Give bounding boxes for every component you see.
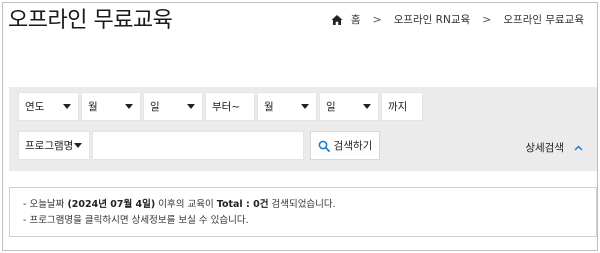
- chevron-up-icon: [574, 144, 583, 151]
- program-name-select[interactable]: 프로그램명: [18, 131, 90, 160]
- page-frame: 오프라인 무료교육 홈 > 오프라인 RN교육 > 오프라인 무료교육 연도 월…: [2, 2, 598, 251]
- notice-date: (2024년 07월 4일): [67, 199, 156, 210]
- notice-line-2: - 프로그램명을 클릭하시면 상세정보를 보실 수 있습니다.: [23, 215, 249, 226]
- breadcrumb-offline-free[interactable]: 오프라인 무료교육: [503, 12, 584, 27]
- to-label: 까지: [381, 92, 423, 121]
- breadcrumb-separator: >: [372, 13, 382, 26]
- day-from-select[interactable]: 일: [143, 92, 203, 121]
- year-select-label: 연도: [25, 101, 45, 113]
- from-label-text: 부터~: [212, 101, 241, 113]
- page-title: 오프라인 무료교육: [8, 8, 173, 33]
- search-icon: [318, 140, 330, 152]
- search-button[interactable]: 검색하기: [310, 131, 380, 160]
- search-input[interactable]: [92, 131, 304, 160]
- caret-down-icon: [74, 143, 82, 148]
- from-label: 부터~: [205, 92, 255, 121]
- caret-down-icon: [63, 104, 71, 109]
- year-select[interactable]: 연도: [18, 92, 79, 121]
- day-from-label: 일: [150, 101, 160, 113]
- breadcrumb-home[interactable]: 홈: [351, 12, 361, 27]
- day-to-label: 일: [326, 101, 336, 113]
- month-from-label: 월: [88, 101, 98, 113]
- home-icon[interactable]: [331, 14, 343, 26]
- program-name-label: 프로그램명: [25, 140, 74, 152]
- notice-line-1: - 오늘날짜 (2024년 07월 4일) 이후의 교육이 Total : 0건…: [23, 197, 596, 213]
- notice-prefix: - 오늘날짜: [23, 199, 68, 210]
- notice-mid: 이후의 교육이: [155, 199, 217, 210]
- advanced-search-label: 상세검색: [525, 142, 564, 154]
- notice-total: Total : 0건: [216, 199, 269, 210]
- caret-down-icon: [187, 104, 195, 109]
- date-filter-row: 연도 월 일 부터~ 월 일 까지: [18, 92, 425, 121]
- month-to-label: 월: [264, 101, 274, 113]
- caret-down-icon: [363, 104, 371, 109]
- month-to-select[interactable]: 월: [257, 92, 317, 121]
- caret-down-icon: [125, 104, 133, 109]
- breadcrumb: 홈 > 오프라인 RN교육 > 오프라인 무료교육: [331, 12, 584, 27]
- breadcrumb-offline-rn[interactable]: 오프라인 RN교육: [394, 12, 470, 27]
- breadcrumb-separator: >: [482, 13, 492, 26]
- keyword-filter-row: 프로그램명 검색하기: [18, 131, 380, 160]
- day-to-select[interactable]: 일: [319, 92, 379, 121]
- result-notice: - 오늘날짜 (2024년 07월 4일) 이후의 교육이 Total : 0건…: [9, 187, 597, 237]
- advanced-search-toggle[interactable]: 상세검색: [525, 140, 583, 155]
- caret-down-icon: [301, 104, 309, 109]
- search-button-label: 검색하기: [333, 140, 373, 152]
- to-label-text: 까지: [388, 101, 408, 113]
- notice-suffix: 검색되었습니다.: [268, 199, 336, 210]
- search-panel: 연도 월 일 부터~ 월 일 까지 프로그램명 검색하기 상세검색: [9, 87, 597, 171]
- month-from-select[interactable]: 월: [81, 92, 141, 121]
